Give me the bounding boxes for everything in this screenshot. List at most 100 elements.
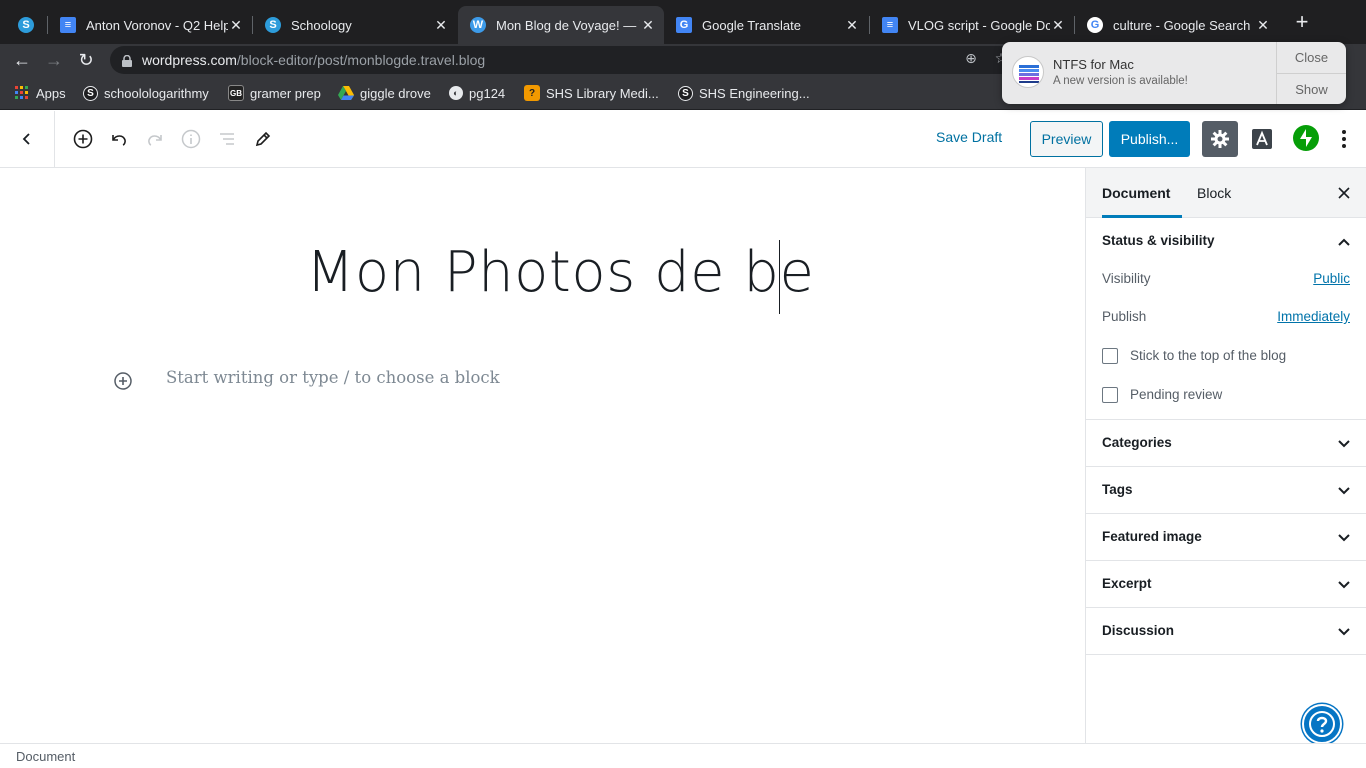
redo-button[interactable] xyxy=(143,127,167,151)
panel-title: Excerpt xyxy=(1102,576,1152,591)
bookmark-shs-library[interactable]: ? SHS Library Medi... xyxy=(524,84,659,102)
panel-categories[interactable]: Categories xyxy=(1086,420,1366,467)
bookmark-apps[interactable]: Apps xyxy=(14,84,66,102)
panel-featured-image[interactable]: Featured image xyxy=(1086,514,1366,561)
schoology-icon: S xyxy=(83,85,98,101)
publish-date-link[interactable]: Immediately xyxy=(1277,309,1350,324)
plus-circle-icon xyxy=(73,129,93,149)
more-options-button[interactable] xyxy=(1332,127,1356,151)
tab-title: VLOG script - Google Dc xyxy=(908,17,1050,33)
close-icon[interactable]: ✕ xyxy=(844,17,860,34)
close-icon[interactable]: ✕ xyxy=(228,17,244,34)
tab-title: culture - Google Search xyxy=(1113,17,1251,33)
install-plus-icon[interactable]: ⊕ xyxy=(963,50,979,66)
post-title-input[interactable]: Mon Photos de be xyxy=(306,240,814,305)
notification-show-button[interactable]: Show xyxy=(1277,73,1346,104)
forward-arrow-icon[interactable]: → xyxy=(43,49,65,71)
bookmark-label: SHS Engineering... xyxy=(699,85,810,101)
notification-close-button[interactable]: Close xyxy=(1277,42,1346,73)
add-block-button[interactable] xyxy=(71,127,95,151)
pending-review-label: Pending review xyxy=(1130,387,1223,402)
google-drive-icon xyxy=(338,85,354,101)
settings-sidebar: Document Block Status & visibility Visib… xyxy=(1085,168,1366,743)
back-arrow-icon[interactable]: ← xyxy=(11,49,33,71)
pending-review-checkbox[interactable] xyxy=(1102,387,1118,403)
panel-excerpt[interactable]: Excerpt xyxy=(1086,561,1366,608)
chevron-left-icon xyxy=(22,133,30,145)
vertical-ellipsis-icon xyxy=(1342,130,1346,148)
pencil-icon xyxy=(255,131,271,147)
back-to-posts-button[interactable] xyxy=(0,111,55,167)
chevron-down-icon xyxy=(1338,440,1350,448)
google-docs-icon: ≡ xyxy=(60,17,76,33)
bookmark-pg124[interactable]: ◐ pg124 xyxy=(449,84,505,102)
tab-schoology[interactable]: S Schoology ✕ xyxy=(253,6,457,44)
edit-mode-button[interactable] xyxy=(251,127,275,151)
stick-to-top-checkbox[interactable] xyxy=(1102,348,1118,364)
schoology-icon: S xyxy=(18,17,34,33)
bookmark-giggle-drove[interactable]: giggle drove xyxy=(338,84,431,102)
tab-vlog-script[interactable]: ≡ VLOG script - Google Dc ✕ xyxy=(870,6,1074,44)
jetpack-button[interactable] xyxy=(1293,125,1319,151)
tab-block[interactable]: Block xyxy=(1197,168,1231,218)
lock-icon xyxy=(122,54,132,67)
close-icon xyxy=(1338,187,1350,199)
url-path: /block-editor/post/monblogde.travel.blog xyxy=(236,52,486,68)
close-icon[interactable]: ✕ xyxy=(1050,17,1066,34)
tab-document[interactable]: Document xyxy=(1102,168,1182,218)
preview-button[interactable]: Preview xyxy=(1030,121,1103,157)
visibility-toggle-link[interactable]: Public xyxy=(1313,271,1350,286)
ntfs-notification: NTFS for Mac A new version is available!… xyxy=(1002,42,1346,104)
google-docs-icon: ≡ xyxy=(882,17,898,33)
close-icon[interactable]: ✕ xyxy=(433,17,449,34)
reload-icon[interactable]: ↻ xyxy=(75,49,97,71)
bookmark-label: gramer prep xyxy=(250,85,321,101)
breadcrumb-document[interactable]: Document xyxy=(16,749,75,764)
letter-a-icon xyxy=(1252,129,1272,149)
url-host: wordpress.com xyxy=(142,52,237,68)
tab-anton-voronov[interactable]: ≡ Anton Voronov - Q2 Help ✕ xyxy=(48,6,252,44)
close-icon[interactable]: ✕ xyxy=(640,17,656,34)
typography-button[interactable] xyxy=(1250,125,1274,153)
panel-status-visibility[interactable]: Status & visibility xyxy=(1086,218,1366,265)
settings-button[interactable] xyxy=(1202,121,1238,157)
help-button[interactable] xyxy=(1302,704,1342,744)
ntfs-app-icon xyxy=(1012,56,1044,88)
chevron-down-icon xyxy=(1338,534,1350,542)
tab-schoology-pinned[interactable]: S xyxy=(6,6,48,44)
gear-icon xyxy=(1211,130,1229,148)
tab-wordpress-active[interactable]: W Mon Blog de Voyage! — \ ✕ xyxy=(458,6,664,44)
undo-button[interactable] xyxy=(107,127,131,151)
publish-button[interactable]: Publish... xyxy=(1109,121,1190,157)
block-navigation-button[interactable] xyxy=(215,127,239,151)
tab-google-translate[interactable]: G Google Translate ✕ xyxy=(664,6,868,44)
browser-tab-strip: S ≡ Anton Voronov - Q2 Help ✕ S Schoolog… xyxy=(0,0,1366,44)
content-info-button[interactable] xyxy=(179,127,203,151)
bookmark-label: pg124 xyxy=(469,85,506,101)
bookmark-schoolologarithmy[interactable]: S schoolologarithmy xyxy=(83,84,209,102)
inline-add-block-button[interactable] xyxy=(113,371,133,391)
tab-title: Anton Voronov - Q2 Help xyxy=(86,17,228,33)
panel-title: Featured image xyxy=(1102,529,1202,544)
tab-google-search[interactable]: G culture - Google Search ✕ xyxy=(1075,6,1279,44)
question-mark-icon xyxy=(1309,711,1335,737)
library-icon: ? xyxy=(524,85,540,101)
stick-to-top-label: Stick to the top of the blog xyxy=(1130,348,1287,363)
save-draft-button[interactable]: Save Draft xyxy=(936,129,1002,145)
paragraph-block-placeholder[interactable]: Start writing or type / to choose a bloc… xyxy=(166,368,500,387)
close-sidebar-button[interactable] xyxy=(1336,185,1352,201)
new-tab-plus-icon[interactable]: + xyxy=(1292,11,1312,33)
panel-discussion[interactable]: Discussion xyxy=(1086,608,1366,655)
close-icon[interactable]: ✕ xyxy=(1255,17,1271,34)
plus-circle-icon xyxy=(114,372,132,390)
notification-title: NTFS for Mac xyxy=(1053,57,1134,72)
publish-label: Publish xyxy=(1102,309,1147,324)
tab-title: Schoology xyxy=(291,17,352,33)
panel-tags[interactable]: Tags xyxy=(1086,467,1366,514)
address-bar[interactable]: wordpress.com/block-editor/post/monblogd… xyxy=(110,46,1020,74)
info-icon xyxy=(181,129,201,149)
notification-actions: Close Show xyxy=(1276,42,1346,104)
panel-title: Discussion xyxy=(1102,623,1175,638)
bookmark-gramer-prep[interactable]: GB gramer prep xyxy=(228,84,321,102)
bookmark-shs-engineering[interactable]: S SHS Engineering... xyxy=(678,84,810,102)
